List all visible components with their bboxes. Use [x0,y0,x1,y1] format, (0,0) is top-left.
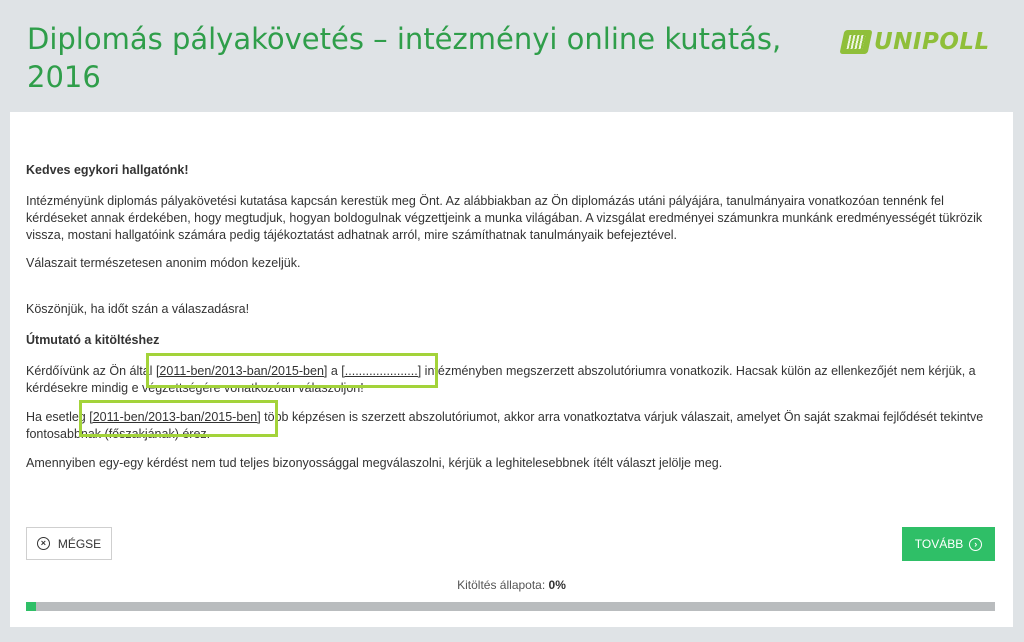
next-button[interactable]: TOVÁBB › [902,527,995,561]
progress-bar-fill [26,602,36,611]
completion-percent: 0% [548,578,566,592]
unipoll-logo-icon [839,30,873,54]
intro-paragraph: Intézményünk diplomás pályakövetési kuta… [26,194,983,242]
guide1-text-a: Kérdőívünk az Ön által [26,364,156,378]
greeting: Kedves egykori hallgatónk! [26,163,189,177]
guide-title: Útmutató a kitöltéshez [26,333,160,347]
highlight-box-years-1 [146,353,438,388]
next-button-label: TOVÁBB [914,537,964,551]
guide-paragraph-3: Amennyiben egy-egy kérdést nem tud telje… [26,456,723,470]
completion-status-label: Kitöltés állapota: [457,578,549,592]
survey-panel: Kedves egykori hallgatónk! Intézményünk … [10,112,1013,627]
logo-text: UNIPOLL [874,29,990,55]
cancel-button-label: MÉGSE [57,536,102,551]
anonymity-note: Válaszait természetesen anonim módon kez… [26,256,301,270]
page-title: Diplomás pályakövetés – intézményi onlin… [27,22,782,94]
close-circle-icon: × [36,537,50,550]
page-header: Diplomás pályakövetés – intézményi onlin… [0,0,1024,110]
progress-bar [26,602,995,611]
completion-status: Kitöltés állapota: 0% [10,578,1013,592]
unipoll-logo: UNIPOLL [839,28,990,56]
cancel-button[interactable]: × MÉGSE [26,527,112,560]
arrow-right-circle-icon: › [969,537,983,551]
highlight-box-years-2 [79,400,278,437]
thanks-note: Köszönjük, ha időt szán a válaszadásra! [26,302,250,316]
